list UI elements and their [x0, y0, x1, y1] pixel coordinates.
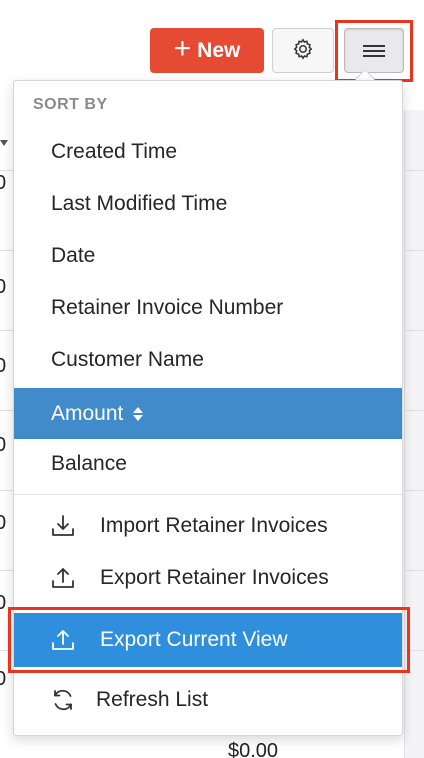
plus-icon: + [173, 32, 192, 65]
settings-button[interactable] [272, 28, 334, 73]
refresh-icon [48, 685, 78, 715]
sort-option-amount[interactable]: Amount [14, 388, 402, 439]
sort-option-label: Created Time [51, 140, 178, 163]
table-row-divider [404, 250, 424, 251]
table-row-divider [0, 330, 14, 331]
table-cell-value: 0 [0, 276, 7, 298]
export-current-view-highlight [8, 607, 410, 673]
table-cell-value: 0 [0, 355, 7, 377]
action-label: Refresh List [96, 688, 209, 711]
more-menu-button[interactable] [344, 28, 404, 73]
sort-direction-icon [133, 406, 144, 421]
import-icon [48, 511, 78, 541]
sort-option-retainer-invoice-number[interactable]: Retainer Invoice Number [14, 284, 402, 332]
table-cell-value: 0 [0, 434, 7, 456]
action-label: Export Retainer Invoices [100, 566, 329, 589]
export-icon [48, 563, 78, 593]
table-row-divider [0, 570, 14, 571]
gear-icon [291, 37, 315, 64]
import-retainer-invoices-item[interactable]: Import Retainer Invoices [14, 502, 402, 550]
table-total-value: $0.00 [228, 740, 279, 758]
table-cell-value: 0 [0, 592, 7, 614]
sort-arrow-icon [0, 140, 8, 146]
table-row-divider [0, 170, 14, 171]
sort-by-heading: SORT BY [33, 96, 108, 113]
table-cell-value: 0 [0, 668, 7, 690]
sort-option-date[interactable]: Date [14, 232, 402, 280]
hamburger-icon [363, 44, 385, 57]
sort-option-balance[interactable]: Balance [14, 440, 402, 488]
sort-option-last-modified-time[interactable]: Last Modified Time [14, 180, 402, 228]
sort-option-label: Retainer Invoice Number [51, 296, 284, 319]
table-row-divider [0, 250, 14, 251]
new-button-label: New [197, 38, 241, 62]
table-row-divider [0, 490, 14, 491]
sort-option-label: Amount [51, 401, 124, 425]
table-row-divider [0, 410, 14, 411]
menu-divider [14, 494, 402, 495]
sort-option-customer-name[interactable]: Customer Name [14, 336, 402, 384]
table-row-divider [404, 490, 424, 491]
sort-option-label: Balance [51, 452, 127, 475]
sort-option-label: Customer Name [51, 348, 204, 371]
sort-option-created-time[interactable]: Created Time [14, 128, 402, 176]
table-row-divider [404, 330, 424, 331]
table-row-divider [404, 410, 424, 411]
refresh-list-item[interactable]: Refresh List [14, 676, 402, 724]
table-cell-value: 0 [0, 172, 7, 194]
new-button[interactable]: + New [150, 28, 264, 73]
sort-option-label: Last Modified Time [51, 192, 228, 215]
export-retainer-invoices-item[interactable]: Export Retainer Invoices [14, 554, 402, 602]
action-label: Import Retainer Invoices [100, 514, 328, 537]
table-cell-value: 0 [0, 512, 7, 534]
table-row-divider [404, 570, 424, 571]
table-row-divider [404, 170, 424, 171]
sort-option-label: Date [51, 244, 96, 267]
